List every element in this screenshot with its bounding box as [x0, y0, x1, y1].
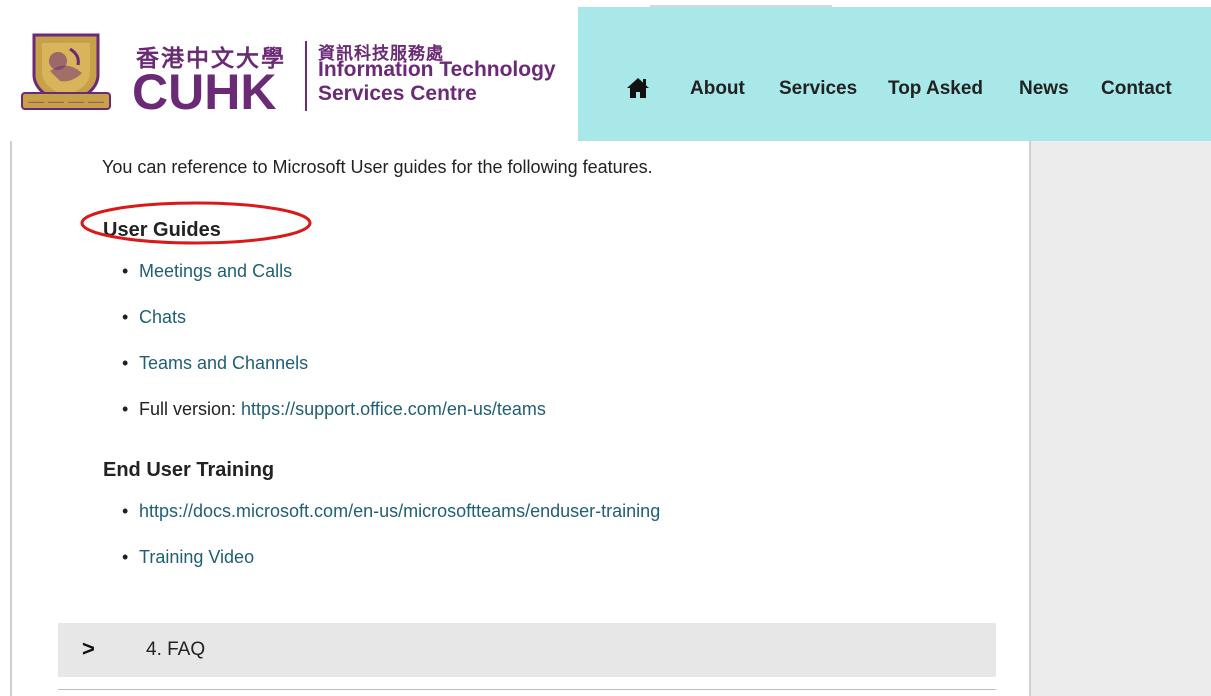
list-item: https://docs.microsoft.com/en-us/microso… [119, 501, 660, 547]
enduser-training-link[interactable]: https://docs.microsoft.com/en-us/microso… [139, 501, 660, 521]
nav-contact[interactable]: Contact [1101, 78, 1172, 100]
cuhk-crest-icon: ⸺ ⸺ ⸺ ⸺ [21, 33, 111, 110]
teams-and-channels-link[interactable]: Teams and Channels [139, 353, 308, 373]
support-office-link[interactable]: https://support.office.com/en-us/teams [241, 399, 546, 419]
end-user-training-list: https://docs.microsoft.com/en-us/microso… [119, 501, 660, 593]
logo-divider [305, 41, 307, 111]
top-strip [0, 0, 1211, 7]
svg-text:⸺ ⸺ ⸺ ⸺: ⸺ ⸺ ⸺ ⸺ [28, 97, 105, 108]
nav-news[interactable]: News [1019, 78, 1069, 100]
faq-section-label: 4. FAQ [146, 639, 206, 660]
site-header: ⸺ ⸺ ⸺ ⸺ 香港中文大學 CUHK 資訊科技服務處 Information … [0, 7, 1211, 141]
logo-area[interactable]: ⸺ ⸺ ⸺ ⸺ 香港中文大學 CUHK 資訊科技服務處 Information … [0, 7, 578, 141]
list-item: Full version: https://support.office.com… [119, 399, 546, 445]
intro-text: You can reference to Microsoft User guid… [102, 157, 653, 177]
end-user-training-heading: End User Training [103, 459, 275, 481]
faq-divider [58, 689, 996, 690]
nav-top-asked[interactable]: Top Asked [888, 78, 983, 100]
user-guides-list: Meetings and Calls Chats Teams and Chann… [119, 261, 546, 445]
department-name-line2: Services Centre [318, 82, 477, 105]
university-short-name: CUHK [132, 64, 277, 120]
list-item: Chats [119, 307, 546, 353]
meetings-and-calls-link[interactable]: Meetings and Calls [139, 261, 292, 281]
right-sidebar [1031, 141, 1211, 696]
training-video-link[interactable]: Training Video [139, 547, 254, 567]
main-content: You can reference to Microsoft User guid… [12, 141, 1029, 696]
full-version-label: Full version: [139, 399, 242, 419]
nav-services[interactable]: Services [779, 78, 857, 100]
department-name-line1: Information Technology [318, 58, 556, 81]
chats-link[interactable]: Chats [139, 307, 186, 327]
nav-about[interactable]: About [690, 78, 745, 100]
annotation-ellipse [80, 201, 312, 245]
list-item: Meetings and Calls [119, 261, 546, 307]
faq-accordion-header[interactable]: > 4. FAQ [58, 623, 996, 677]
chevron-right-icon: > [82, 636, 95, 661]
home-icon[interactable] [626, 77, 650, 99]
main-nav: About Services Top Asked News Contact [578, 7, 1211, 141]
list-item: Teams and Channels [119, 353, 546, 399]
list-item: Training Video [119, 547, 660, 593]
